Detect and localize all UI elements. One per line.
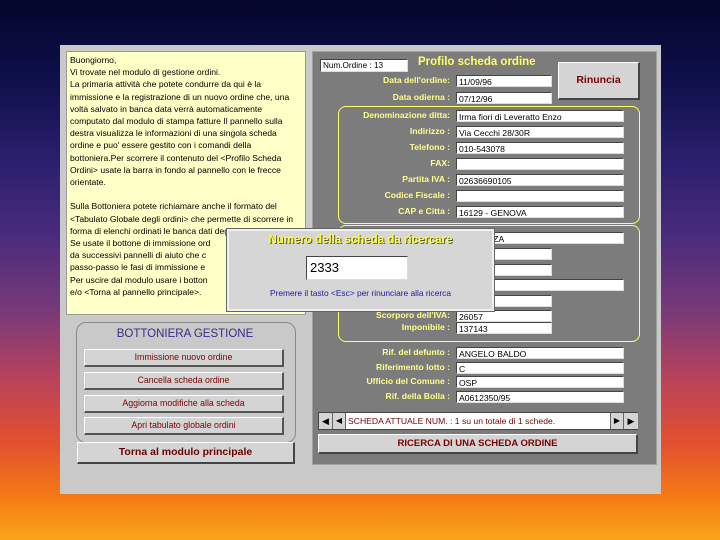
search-order-button[interactable]: RICERCA DI UNA SCHEDA ORDINE <box>318 434 638 454</box>
delete-order-button[interactable]: Cancella scheda ordine <box>84 372 284 390</box>
field-label: Codice Fiscale : <box>384 190 450 200</box>
tax-code-field[interactable] <box>456 190 624 202</box>
today-date-field[interactable]: 07/12/96 <box>456 92 552 104</box>
last-record-icon[interactable]: ▶ <box>623 413 638 429</box>
field-label: Ufficio del Comune : <box>366 376 450 386</box>
fax-field[interactable] <box>456 158 624 170</box>
field-label: Riferimento lotto : <box>376 362 450 372</box>
record-status-text: SCHEDA ATTUALE NUM. : 1 su un totale di … <box>348 416 556 426</box>
company-name-field[interactable]: Irma fiori di Leveratto Enzo <box>456 110 624 122</box>
update-order-button[interactable]: Aggiorna modifiche alla scheda <box>84 395 284 413</box>
prev-record-icon[interactable]: ◀ <box>333 413 346 429</box>
profile-title: Profilo scheda ordine <box>418 56 536 68</box>
phone-field[interactable]: 010-543078 <box>456 142 624 154</box>
field-label: Telefono : <box>409 142 450 152</box>
taxable-amount-field[interactable]: 137143 <box>456 322 552 334</box>
field-label: Data odierna : <box>392 92 450 102</box>
municipal-office-field[interactable]: OSP <box>456 376 624 388</box>
field-label: CAP e Citta : <box>398 206 450 216</box>
order-number-input[interactable]: 2333 <box>306 256 408 280</box>
new-order-button[interactable]: Immissione nuovo ordine <box>84 349 284 367</box>
field-label: FAX: <box>430 158 450 168</box>
address-field[interactable]: Via Cecchi 28/30R <box>456 126 624 138</box>
order-number-field: Num.Ordine : 13 <box>320 59 408 72</box>
rinuncia-button[interactable]: Rinuncia <box>558 62 640 100</box>
vat-number-field[interactable]: 02636690105 <box>456 174 624 186</box>
open-global-list-button[interactable]: Apri tabulato globale ordini <box>84 417 284 435</box>
field-label: Rif. del defunto : <box>382 347 450 357</box>
next-record-icon[interactable]: ▶ <box>610 413 623 429</box>
deceased-ref-field[interactable]: ANGELO BALDO <box>456 347 624 359</box>
bill-ref-field[interactable]: A0612350/95 <box>456 391 624 403</box>
field-label: Imponibile : <box>401 322 450 332</box>
field-label: Indirizzo : <box>409 126 450 136</box>
dialog-hint: Premere il tasto <Esc> per rinunciare al… <box>269 288 452 298</box>
zip-city-field[interactable]: 16129 - GENOVA <box>456 206 624 218</box>
field-label: Rif. della Bolla : <box>385 391 450 401</box>
field-label: Data dell'ordine: <box>383 75 450 85</box>
back-to-main-button[interactable]: Torna al modulo principale <box>77 442 295 464</box>
first-record-icon[interactable]: ◀ <box>319 413 333 429</box>
vat-extraction-field[interactable]: 26057 <box>456 310 552 322</box>
dialog-title: Numero della scheda da ricercare <box>268 234 453 246</box>
field-label: Scorporo dell'IVA: <box>376 310 450 320</box>
field-label: Denominazione ditta: <box>363 110 450 120</box>
order-date-field[interactable]: 11/09/96 <box>456 75 552 87</box>
lot-ref-field[interactable]: C <box>456 362 624 374</box>
bottoniera-title: BOTTONIERA GESTIONE <box>116 328 254 340</box>
field-label: Partita IVA : <box>402 174 450 184</box>
